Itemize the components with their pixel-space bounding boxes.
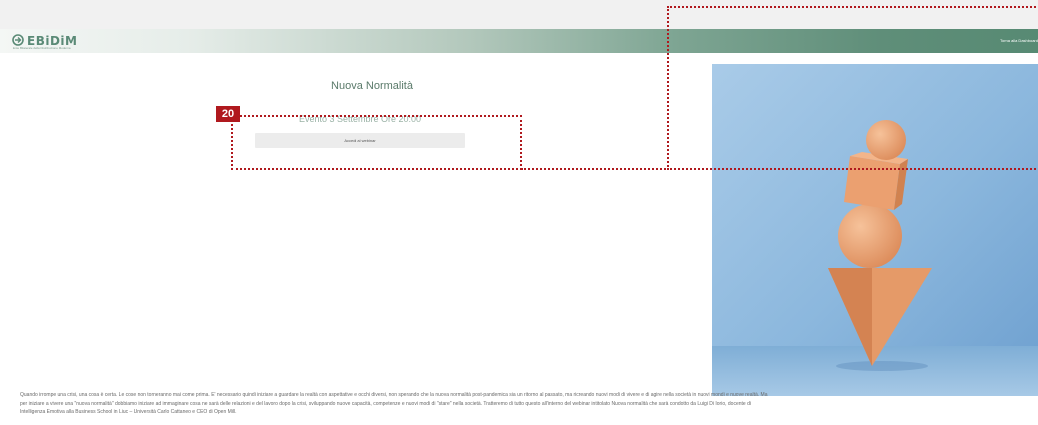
page: EBiDiM Ente Bilaterale della Distribuzio…	[0, 0, 1038, 425]
description-line-2: per iniziare a vivere una "nuova normali…	[20, 400, 751, 407]
annotation-badge: 20	[216, 106, 240, 122]
event-description: Quando irrompe una crisi, una cosa è cer…	[20, 391, 1038, 417]
logo-icon	[12, 34, 24, 46]
logo-subtitle: Ente Bilaterale della Distribuzione Mode…	[13, 46, 71, 50]
description-line-3: Intelligenza Emotiva alla Business Schoo…	[20, 409, 237, 416]
event-title: Nuova Normalità	[331, 80, 413, 92]
description-line-1: Quando irrompe una crisi, una cosa è cer…	[20, 392, 768, 398]
ebidim-logo[interactable]: EBiDiM Ente Bilaterale della Distribuzio…	[8, 31, 98, 51]
annotation-connector-box	[667, 6, 1038, 170]
annotation-highlight-box	[231, 115, 522, 170]
annotation-connector-line	[521, 168, 669, 170]
